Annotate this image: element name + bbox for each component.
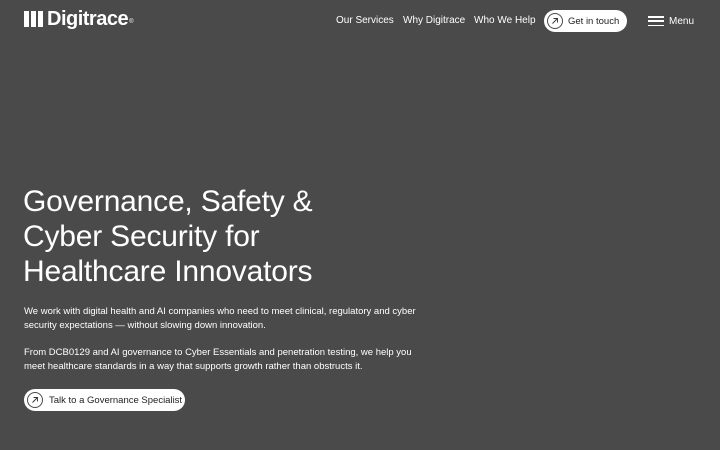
nav-link-who-we-help[interactable]: Who We Help: [474, 15, 536, 26]
menu-button[interactable]: Menu: [648, 14, 694, 28]
logo-link[interactable]: Digitrace ®: [24, 9, 134, 29]
get-in-touch-label: Get in touch: [568, 15, 620, 27]
hero-services-paragraph: From DCB0129 and AI governance to Cyber …: [24, 347, 412, 372]
registered-mark: ®: [129, 19, 134, 25]
site-header: Digitrace ® Our Services Why Digitrace W…: [0, 0, 720, 42]
menu-label: Menu: [669, 15, 695, 27]
get-in-touch-button[interactable]: Get in touch: [544, 10, 627, 32]
hero-title: Governance, Safety & Cyber Security for …: [23, 184, 403, 289]
hero-title-line: Governance, Safety &: [23, 185, 313, 218]
logo-mark-icon: [24, 11, 43, 27]
page: Digitrace ® Our Services Why Digitrace W…: [0, 0, 720, 450]
arrow-up-right-icon: [27, 392, 43, 408]
nav-link-our-services[interactable]: Our Services: [336, 15, 394, 26]
hero-intro-paragraph: We work with digital health and AI compa…: [24, 306, 416, 331]
arrow-up-right-icon: [547, 13, 563, 29]
hero-title-line: Healthcare Innovators: [23, 255, 313, 288]
logo-text: Digitrace: [47, 8, 129, 30]
hero-title-line: Cyber Security for: [23, 220, 260, 253]
talk-to-specialist-button[interactable]: Talk to a Governance Specialist: [24, 389, 185, 411]
hamburger-icon: [648, 16, 664, 26]
nav-link-why-digitrace[interactable]: Why Digitrace: [403, 15, 465, 26]
talk-to-specialist-label: Talk to a Governance Specialist: [49, 394, 183, 406]
